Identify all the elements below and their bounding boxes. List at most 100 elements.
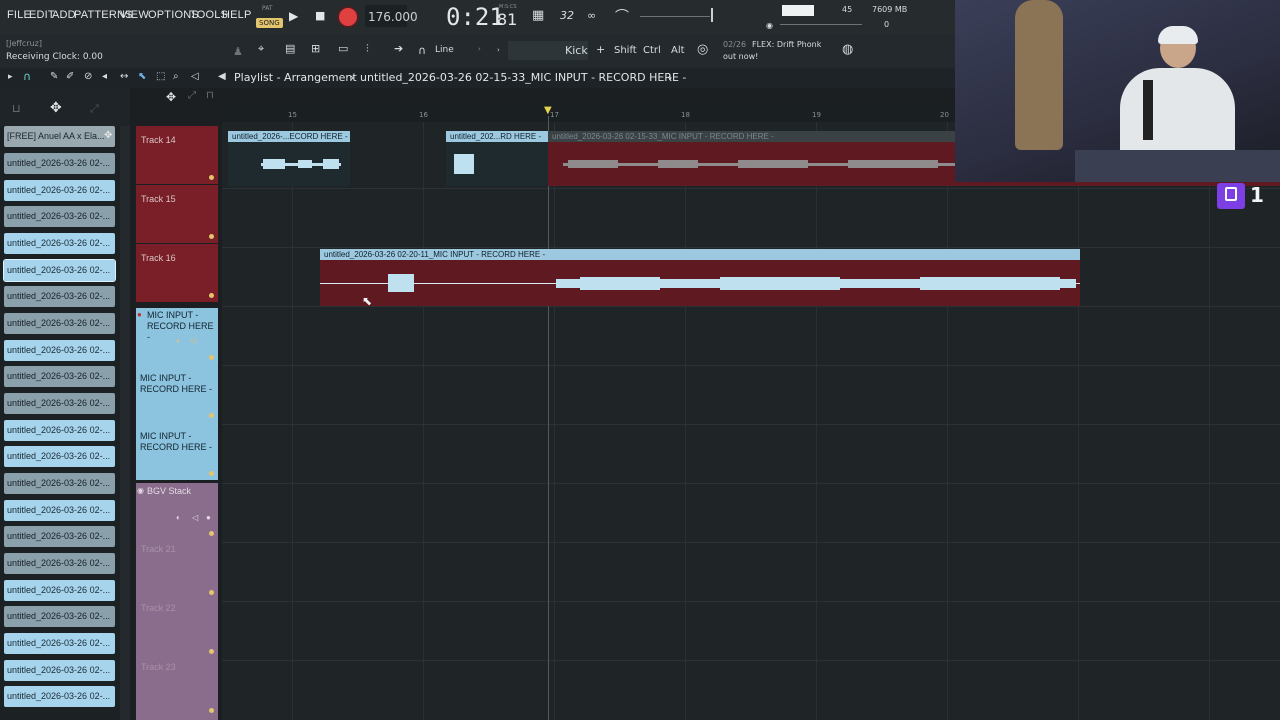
piano-icon[interactable]: ▦	[532, 8, 544, 23]
volume-icon[interactable]: ◁	[190, 336, 196, 345]
snap-tool-icon[interactable]: ⌖	[258, 42, 264, 56]
track-header-mic-1[interactable]: MIC INPUT - RECORD HERE - ● ◐ ◁	[136, 308, 218, 364]
picker-link-icon[interactable]: ⤢	[90, 102, 99, 116]
audio-clip-header[interactable]: untitled_2026-...ECORD HERE -	[228, 131, 350, 142]
picker-item[interactable]: untitled_2026-03-26 02-...	[4, 580, 115, 601]
snap-dropdown-icon[interactable]: ›	[478, 45, 481, 53]
time-sig[interactable]: 32	[560, 9, 574, 22]
picker-item[interactable]: untitled_2026-03-26 02-...	[4, 553, 115, 574]
menu-view[interactable]: VIEW	[120, 9, 149, 21]
audio-clip[interactable]	[320, 260, 1080, 306]
paint-icon[interactable]: ✐	[66, 71, 74, 82]
magnet-icon[interactable]: ∩	[418, 44, 426, 57]
picker-item[interactable]: untitled_2026-03-26 02-...	[4, 340, 115, 361]
picker-item[interactable]: untitled_2026-03-26 02-...	[4, 500, 115, 521]
delete-tool-icon[interactable]: ⊘	[84, 71, 92, 82]
picker-item[interactable]: untitled_2026-03-26 02-...	[4, 660, 115, 681]
track-header-16[interactable]: Track 16	[136, 244, 218, 302]
snap-select[interactable]: Line	[435, 45, 454, 55]
master-volume-handle[interactable]	[711, 8, 713, 22]
picker-item[interactable]: untitled_2026-03-26 02-...	[4, 686, 115, 707]
track-led-icon[interactable]	[209, 531, 214, 536]
master-volume-slider[interactable]	[640, 16, 710, 17]
picker-item[interactable]: untitled_2026-03-26 02-...	[4, 206, 115, 227]
track-led-icon[interactable]	[209, 413, 214, 418]
track-patterns-icon[interactable]: ⊓	[206, 90, 214, 101]
zoom-area-icon[interactable]: ⬚	[156, 71, 165, 82]
group-icon[interactable]: ◉	[137, 486, 144, 495]
menu-help[interactable]: HELP	[222, 9, 252, 21]
shift-key[interactable]: Shift	[614, 45, 637, 56]
speaker-icon[interactable]: ◀	[218, 71, 226, 82]
select-tool-icon[interactable]: ⬉	[138, 71, 146, 82]
track-link-icon[interactable]: ⤢	[188, 90, 196, 101]
pattern-name[interactable]: Kick	[565, 44, 588, 57]
mute-icon[interactable]: ◐	[176, 336, 181, 345]
zoom-icon[interactable]: ⌕	[173, 71, 179, 82]
plugin-icon[interactable]: ◍	[842, 42, 853, 57]
track-led-icon[interactable]	[209, 355, 214, 360]
audio-clip-header-muted[interactable]: untitled_2026-03-26 02-15-33_MIC INPUT -…	[548, 131, 955, 142]
picker-item[interactable]: untitled_2026-03-26 02-...	[4, 446, 115, 467]
pattern-prev-icon[interactable]: ›	[497, 46, 500, 54]
picker-item[interactable]: untitled_2026-03-26 02-...	[4, 366, 115, 387]
picker-item[interactable]: untitled_2026-03-26 02-...	[4, 393, 115, 414]
song-mode-button[interactable]: SONG	[256, 18, 283, 28]
track-header-bgv-stack[interactable]: BGV Stack ◉ ◐ ◁ ● Track 21 Track 22 Trac…	[136, 483, 218, 720]
menu-file[interactable]: FILE	[7, 9, 31, 21]
picker-item[interactable]: untitled_2026-03-26 02-...	[4, 526, 115, 547]
picker-item[interactable]: untitled_2026-03-26 02-...	[4, 633, 115, 654]
ctrl-key[interactable]: Ctrl	[643, 45, 661, 56]
audio-clip-header[interactable]: untitled_202...RD HERE -	[446, 131, 548, 142]
track-led-icon[interactable]	[209, 234, 214, 239]
news-icon[interactable]: ◎	[697, 42, 708, 57]
record-arm-icon[interactable]: ●	[137, 310, 142, 319]
picker-patterns-icon[interactable]: ⊔	[12, 102, 21, 115]
picker-move-icon[interactable]: ✥	[50, 100, 62, 116]
picker-item[interactable]: untitled_2026-03-26 02-...	[4, 180, 115, 201]
track-header-mic-2[interactable]: MIC INPUT - RECORD HERE -	[136, 364, 218, 422]
mute-tool-icon[interactable]: ◂	[102, 71, 107, 82]
add-pattern-icon[interactable]: +	[596, 43, 605, 56]
picker-item[interactable]: [FREE] Anuel AA x Ela...	[4, 126, 115, 147]
slip-tool-icon[interactable]: ↔	[120, 71, 128, 82]
pencil-icon[interactable]: ✎	[50, 71, 58, 82]
stop-icon[interactable]: ■	[315, 9, 325, 22]
record-button[interactable]	[339, 8, 357, 26]
hint-icon[interactable]: ♟	[233, 45, 243, 58]
channel-rack-icon[interactable]: ⊞	[311, 42, 320, 55]
playhead-marker-icon[interactable]: ▼	[544, 105, 552, 116]
playback-tool-icon[interactable]: ◁	[191, 71, 199, 82]
menu-edit[interactable]: EDIT	[29, 9, 55, 21]
track-led-icon[interactable]	[209, 293, 214, 298]
alt-key[interactable]: Alt	[671, 45, 685, 56]
playlist-menu-arrow-icon[interactable]: ▸	[8, 72, 13, 82]
pat-label[interactable]: PAT	[262, 5, 273, 12]
menu-add[interactable]: ADD	[52, 9, 76, 21]
news-text[interactable]: FLEX: Drift Phonk	[752, 40, 821, 49]
picker-item-selected[interactable]: untitled_2026-03-26 02-...	[3, 259, 116, 282]
track-led-icon[interactable]	[209, 471, 214, 476]
picker-item[interactable]: untitled_2026-03-26 02-...	[4, 153, 115, 174]
picker-item[interactable]: untitled_2026-03-26 02-...	[4, 473, 115, 494]
loop-icon[interactable]: ∞	[587, 9, 596, 22]
audio-clip-header[interactable]: untitled_2026-03-26 02-20-11_MIC INPUT -…	[320, 249, 1080, 260]
play-icon[interactable]: ▶	[289, 9, 298, 23]
news-text2[interactable]: out now!	[723, 52, 758, 61]
picker-scrollbar[interactable]	[120, 126, 130, 720]
picker-drag-icon[interactable]: ✥	[104, 130, 112, 141]
mixer-icon[interactable]: ⫶	[366, 42, 369, 56]
track-led-icon[interactable]	[209, 175, 214, 180]
magnet-snap-icon[interactable]: ∩	[23, 70, 31, 83]
volume-icon[interactable]: ◁	[192, 513, 198, 522]
picker-item[interactable]: untitled_2026-03-26 02-...	[4, 420, 115, 441]
track-move-icon[interactable]: ✥	[166, 90, 176, 104]
arrow-right-icon[interactable]: ➔	[394, 42, 403, 55]
solo-icon[interactable]: ●	[206, 513, 211, 522]
mute-icon[interactable]: ◐	[176, 513, 181, 522]
picker-item[interactable]: untitled_2026-03-26 02-...	[4, 313, 115, 334]
tempo-value[interactable]: 176.000	[368, 10, 418, 24]
picker-item[interactable]: untitled_2026-03-26 02-...	[4, 233, 115, 254]
playlist-icon[interactable]: ▤	[285, 42, 295, 55]
track-led-icon[interactable]	[209, 708, 214, 713]
